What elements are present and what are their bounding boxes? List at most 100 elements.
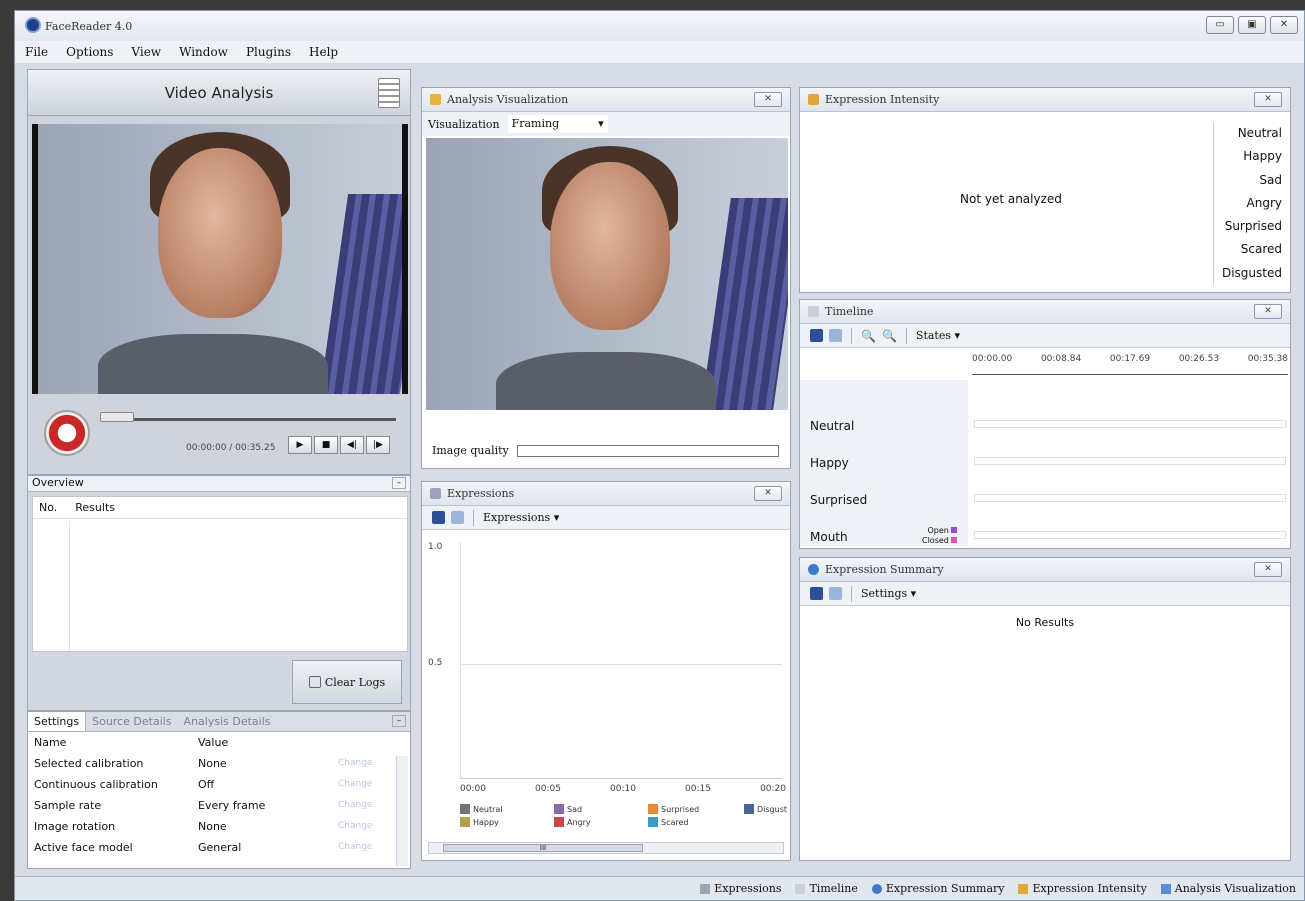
clear-icon [308, 676, 321, 688]
settings-menu[interactable]: Settings ▾ [861, 587, 916, 600]
expressions-menu[interactable]: Expressions ▾ [483, 511, 559, 524]
timeline-track[interactable] [974, 494, 1286, 502]
minimize-button[interactable]: ▭ [1206, 16, 1234, 34]
save-icon[interactable] [810, 587, 823, 600]
zoom-out-icon[interactable]: 🔍 [882, 329, 897, 343]
play-button[interactable]: ▶ [288, 436, 312, 454]
timeline-track[interactable] [974, 420, 1286, 428]
tab-analysis-details[interactable]: Analysis Details [178, 712, 277, 731]
states-menu-label: States [915, 329, 951, 342]
step-back-button[interactable]: ◀| [340, 436, 364, 454]
panel-close-button[interactable]: ✕ [754, 92, 782, 107]
settings-row-value: Off [198, 778, 215, 791]
intensity-happy: Happy [1243, 149, 1282, 164]
record-button[interactable] [44, 410, 90, 456]
chart-legend: Neutral Sad Surprised Disgust Happy Angr… [460, 804, 794, 827]
expression-summary-title: Expression Summary [825, 563, 944, 576]
title-bar: FaceReader 4.0 ▭ ▣ ✕ [15, 11, 1304, 41]
stop-button[interactable]: ■ [314, 436, 338, 454]
copy-icon[interactable] [451, 511, 464, 524]
timeline-row-surprised: Surprised [810, 493, 868, 507]
overview-list[interactable]: No. Results [32, 496, 408, 652]
seek-handle[interactable] [100, 412, 134, 422]
settings-col-value: Value [198, 736, 229, 749]
panel-close-button[interactable]: ✕ [1254, 304, 1282, 319]
visualization-select-value: Framing [511, 117, 560, 130]
scrollbar-thumb[interactable]: III [443, 844, 643, 852]
visualization-label: Visualization [428, 117, 500, 131]
panel-close-button[interactable]: ✕ [1254, 562, 1282, 577]
states-menu[interactable]: States ▾ [916, 329, 960, 342]
timeline-header: Timeline ✕ [800, 300, 1290, 324]
change-link[interactable]: Change [338, 837, 404, 858]
statusbar-expressions-label: Expressions [714, 882, 782, 895]
statusbar-expression-summary-label: Expression Summary [885, 882, 1005, 895]
menu-bar: File Options View Window Plugins Help [15, 41, 1304, 63]
menu-plugins[interactable]: Plugins [246, 45, 291, 59]
statusbar-expression-intensity-label: Expression Intensity [1032, 882, 1147, 895]
save-icon[interactable] [432, 511, 445, 524]
intensity-angry: Angry [1246, 195, 1282, 210]
menu-help[interactable]: Help [309, 45, 338, 59]
zoom-in-icon[interactable]: 🔍 [861, 329, 876, 343]
maximize-button[interactable]: ▣ [1238, 16, 1266, 34]
horizontal-scrollbar[interactable]: III [428, 842, 784, 854]
save-icon[interactable] [810, 329, 823, 342]
change-link[interactable]: Change [338, 816, 404, 837]
settings-scrollbar[interactable] [396, 756, 408, 866]
x-tick: 00:05 [535, 784, 561, 794]
settings-row-name: Selected calibration [34, 757, 144, 770]
clear-logs-button[interactable]: Clear Logs [292, 660, 402, 704]
statusbar-timeline[interactable]: Timeline [795, 882, 858, 895]
settings-row-value: None [198, 757, 227, 770]
timeline-track[interactable] [974, 457, 1286, 465]
menu-file[interactable]: File [25, 45, 48, 59]
overview-header: Overview – [28, 476, 410, 492]
timeline-track[interactable] [974, 531, 1286, 539]
statusbar-expression-intensity[interactable]: Expression Intensity [1018, 882, 1147, 895]
visualization-select[interactable]: Framing ▾ [507, 115, 608, 133]
change-link[interactable]: Change [338, 774, 404, 795]
expressions-header: Expressions ✕ [422, 482, 790, 506]
collapse-icon[interactable]: – [392, 715, 406, 727]
timeline-tick: 00:26.53 [1178, 354, 1220, 364]
statusbar-expression-summary[interactable]: Expression Summary [871, 882, 1005, 895]
settings-row-value: Every frame [198, 799, 266, 812]
column-results[interactable]: Results [75, 501, 115, 514]
timeline-title: Timeline [825, 305, 874, 318]
tab-source-details[interactable]: Source Details [86, 712, 177, 731]
copy-icon[interactable] [829, 329, 842, 342]
timeline-tick: 00:35.38 [1247, 354, 1288, 364]
panel-close-button[interactable]: ✕ [1254, 92, 1282, 107]
change-link[interactable]: Change [338, 795, 404, 816]
playback-controls: 00:00:00 / 00:35.25 ▶ ■ ◀| |▶ [28, 396, 412, 474]
change-link[interactable]: Change [338, 753, 404, 774]
video-analysis-header: Video Analysis [28, 70, 410, 116]
film-strip-icon [378, 78, 400, 108]
timeline-row-happy: Happy [810, 456, 849, 470]
statusbar-expressions[interactable]: Expressions [700, 882, 781, 895]
expression-summary-panel: Expression Summary ✕ Settings ▾ No Resul… [799, 557, 1291, 861]
y-tick: 1.0 [428, 542, 443, 552]
column-no[interactable]: No. [39, 501, 57, 514]
collapse-icon[interactable]: – [392, 477, 406, 489]
window-title: FaceReader 4.0 [45, 20, 133, 33]
menu-window[interactable]: Window [179, 45, 228, 59]
legend-disgust: Disgust [757, 804, 788, 814]
expressions-chart: 1.0 0.5 00:00 00:05 00:10 00:15 00:20 Ne… [426, 534, 787, 834]
statusbar-analysis-visualization[interactable]: Analysis Visualization [1160, 882, 1296, 895]
close-button[interactable]: ✕ [1270, 16, 1298, 34]
copy-icon[interactable] [829, 587, 842, 600]
timeline-row-mouth: Mouth [810, 530, 848, 544]
intensity-scared: Scared [1240, 242, 1282, 257]
panel-close-button[interactable]: ✕ [754, 486, 782, 501]
expressions-menu-label: Expressions [483, 511, 551, 524]
step-forward-button[interactable]: |▶ [366, 436, 390, 454]
settings-row-value: None [198, 820, 227, 833]
legend-neutral: Neutral [473, 804, 503, 814]
tab-settings[interactable]: Settings [28, 712, 87, 731]
image-quality-label: Image quality [432, 444, 509, 457]
seek-bar[interactable] [100, 418, 396, 421]
menu-view[interactable]: View [131, 45, 161, 59]
menu-options[interactable]: Options [66, 45, 113, 59]
